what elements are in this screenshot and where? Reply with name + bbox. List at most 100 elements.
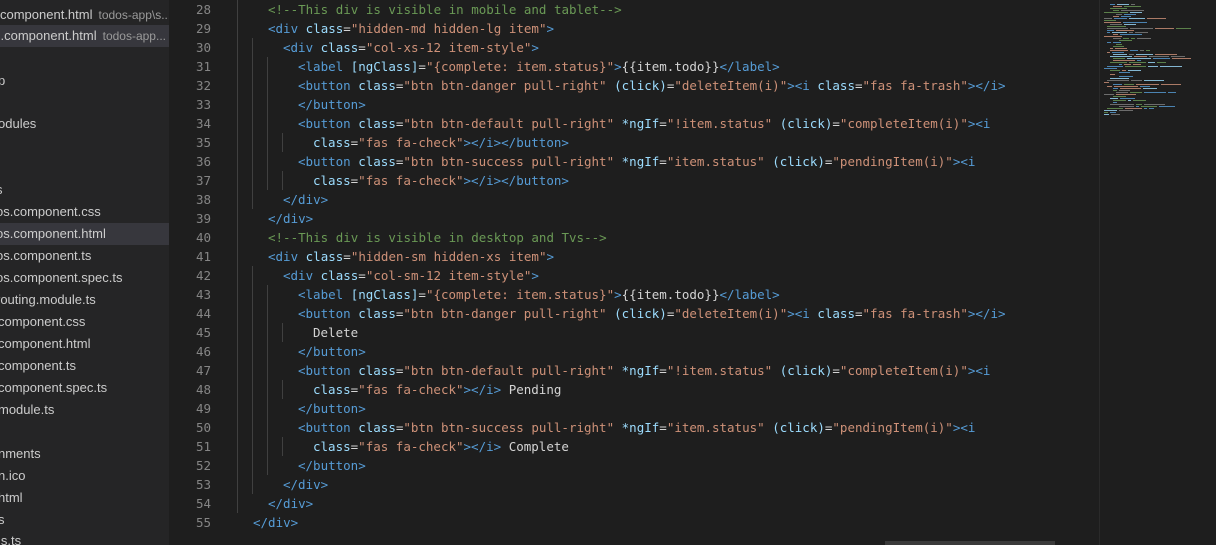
code-token: {{item.todo}} [621, 59, 720, 74]
minimap-stroke [1141, 106, 1157, 107]
code-line[interactable]: class="fas fa-check"></i> Pending [313, 380, 561, 399]
tree-item[interactable]: n.ico [0, 465, 169, 487]
minimap-stroke [1116, 30, 1134, 31]
line-number: 35 [195, 135, 211, 150]
indent-guide [237, 494, 238, 513]
indent-guide [267, 152, 268, 171]
tree-item[interactable]: s [0, 509, 169, 531]
tree-item[interactable]: os.component.ts [0, 245, 169, 267]
tree-item[interactable]: component.ts [0, 355, 169, 377]
code-line[interactable]: <label [ngClass]="{complete: item.status… [298, 57, 780, 76]
tree-item[interactable]: nments [0, 443, 169, 465]
minimap-stroke [1130, 92, 1142, 93]
minimap-stroke [1113, 16, 1119, 17]
code-line[interactable]: </div> [283, 190, 328, 209]
code-line[interactable]: </button> [298, 95, 366, 114]
code-line[interactable]: <button class="btn btn-danger pull-right… [298, 304, 1006, 323]
code-token: = [659, 116, 667, 131]
code-line[interactable]: </div> [253, 513, 298, 532]
indent-guide [237, 171, 238, 190]
tree-item[interactable]: component.html [0, 333, 169, 355]
minimap-stroke [1131, 4, 1135, 5]
code-line[interactable]: Delete [313, 323, 358, 342]
code-line[interactable]: <div class="col-sm-12 item-style"> [283, 266, 539, 285]
code-token: ></i></button> [463, 173, 569, 188]
minimap-stroke [1123, 38, 1129, 39]
code-line[interactable]: class="fas fa-check"></i></button> [313, 133, 569, 152]
tree-item[interactable]: os.component.html [0, 223, 169, 245]
indent-guide [237, 95, 238, 114]
code-line[interactable]: </div> [268, 209, 313, 228]
line-number: 55 [195, 515, 211, 530]
code-line[interactable]: <div class="col-xs-12 item-style"> [283, 38, 539, 57]
tree-item-label: routing.module.ts [0, 292, 96, 307]
minimap-stroke [1136, 104, 1142, 105]
minimap-stroke [1133, 64, 1141, 65]
minimap-stroke [1120, 88, 1141, 89]
tree-item-label: n.ico [0, 468, 26, 483]
code-line[interactable]: <!--This div is visible in mobile and ta… [268, 0, 622, 19]
tree-item-label: component.html [0, 336, 91, 351]
code-line[interactable]: <button class = "btn btn-default pull-righ… [298, 361, 990, 380]
code-token: > [546, 21, 555, 36]
indent-guide [237, 190, 238, 209]
indent-guide [252, 418, 253, 437]
code-line[interactable]: <!--This div is visible in desktop and T… [268, 228, 607, 247]
code-line[interactable]: <div class="hidden-sm hidden-xs item"> [268, 247, 554, 266]
code-line[interactable]: <button class = "btn btn-success pull-righ… [298, 418, 975, 437]
code-line[interactable]: <div class="hidden-md hidden-lg item"> [268, 19, 554, 38]
minimap-stroke [1107, 66, 1123, 67]
indent-guide [237, 57, 238, 76]
code-token: <label [298, 59, 344, 74]
tree-item-label: ls.ts [0, 533, 22, 545]
indent-guide [237, 38, 238, 57]
minimap-stroke [1161, 84, 1181, 85]
tree-item[interactable]: routing.module.ts [0, 289, 169, 311]
code-line[interactable]: </button> [298, 342, 366, 361]
minimap-stroke [1104, 18, 1112, 19]
code-line[interactable]: </button> [298, 399, 366, 418]
code-line[interactable]: <label [ngClass]="{complete: item.status… [298, 285, 780, 304]
code-token: <div [283, 40, 314, 55]
tree-item[interactable]: s [0, 179, 169, 201]
open-editor-item-active[interactable]: s.component.html todos-app... [0, 25, 169, 47]
indent-guide [282, 380, 283, 399]
code-token: <!--This div is visible in mobile and ta… [268, 2, 622, 17]
indent-guide [282, 171, 283, 190]
code-line[interactable]: </div> [283, 475, 328, 494]
code-line[interactable]: <button class="btn btn-danger pull-right… [298, 76, 1006, 95]
tree-item[interactable]: p [0, 70, 169, 92]
tree-item[interactable]: component.css [0, 311, 169, 333]
minimap-stroke [1130, 12, 1142, 13]
tree-item[interactable]: ls.ts [0, 530, 169, 545]
open-editor-item[interactable]: component.html todos-app\s... [0, 4, 169, 26]
code-line[interactable]: <button class = "btn btn-success pull-righ… [298, 152, 975, 171]
tree-item[interactable]: os.component.spec.ts [0, 267, 169, 289]
indent-guide [267, 285, 268, 304]
minimap-stroke [1110, 50, 1128, 51]
minimap-stroke [1127, 58, 1151, 59]
horizontal-scrollbar[interactable] [885, 541, 1055, 545]
minimap[interactable] [1099, 0, 1216, 545]
minimap-stroke [1148, 66, 1158, 67]
tree-item[interactable]: component.spec.ts [0, 377, 169, 399]
tree-item[interactable]: odules [0, 113, 169, 135]
indent-guide [237, 133, 238, 152]
code-editor[interactable]: 28 <!--This div is visible in mobile and … [169, 0, 1099, 545]
code-line[interactable]: </button> [298, 456, 366, 475]
code-line[interactable]: </div> [268, 494, 313, 513]
minimap-stroke [1153, 58, 1170, 59]
line-number: 37 [195, 173, 211, 188]
tree-item[interactable]: os.component.css [0, 201, 169, 223]
line-number: 42 [195, 268, 211, 283]
code-line[interactable]: class="fas fa-check"></i> Complete [313, 437, 569, 456]
tree-item[interactable]: html [0, 487, 169, 509]
tree-item[interactable]: module.ts [0, 399, 169, 421]
line-number: 47 [195, 363, 211, 378]
minimap-stroke [1110, 4, 1115, 5]
code-line[interactable]: <button class = "btn btn-default pull-righ… [298, 114, 990, 133]
code-line[interactable]: class="fas fa-check"></i></button> [313, 171, 569, 190]
code-token: "hidden-sm hidden-xs item" [350, 249, 547, 264]
